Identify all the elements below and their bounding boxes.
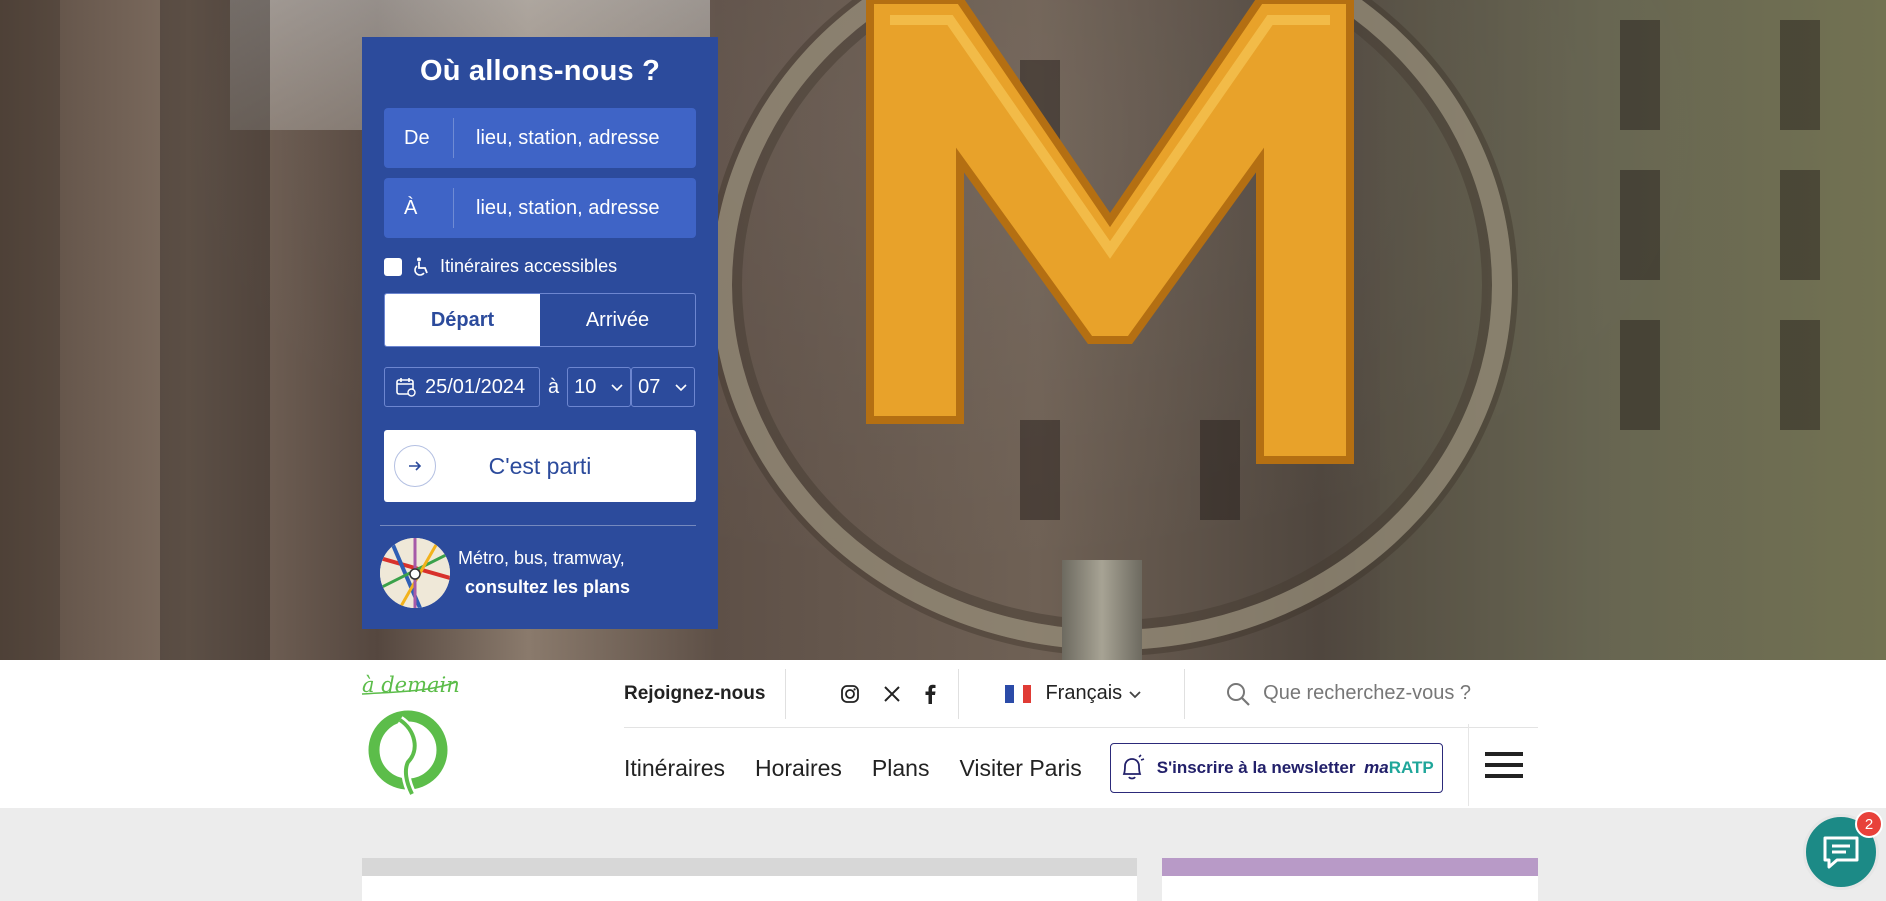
hero-window	[1620, 170, 1660, 280]
social-links	[786, 668, 960, 719]
nav-horaires[interactable]: Horaires	[755, 755, 842, 782]
from-field[interactable]: De	[384, 108, 696, 168]
minute-value: 07	[638, 375, 661, 398]
newsletter-text: S'inscrire à la newsletter	[1156, 758, 1356, 777]
itinerary-planner: Où allons-nous ? De À Itinéraires access…	[362, 37, 718, 629]
search-input[interactable]: Que recherchez-vous ?	[1263, 682, 1471, 705]
hour-select[interactable]: 10	[567, 367, 632, 407]
arrow-right-icon	[394, 445, 436, 487]
accessible-label: Itinéraires accessibles	[440, 256, 618, 276]
hero-window	[1620, 20, 1660, 130]
ratp-logo-icon: à demain	[361, 673, 460, 797]
accessible-option[interactable]: Itinéraires accessibles	[384, 256, 696, 277]
chat-badge: 2	[1855, 810, 1883, 838]
search-icon	[1227, 682, 1250, 706]
site-header: à demain Rejoignez-nous Français Que rec…	[0, 660, 1886, 808]
submit-button[interactable]: C'est parti	[384, 430, 696, 502]
language-selector[interactable]: Français	[959, 668, 1186, 719]
join-link[interactable]: Rejoignez-nous	[624, 668, 787, 719]
hero-building	[160, 0, 270, 660]
hero-image	[0, 0, 1886, 660]
metro-m-icon	[866, 0, 1354, 464]
to-field[interactable]: À	[384, 178, 696, 238]
nav-plans[interactable]: Plans	[872, 755, 930, 782]
hero-window	[1780, 320, 1820, 430]
newsletter-button[interactable]: S'inscrire à la newsletter maRATP	[1109, 743, 1443, 793]
x-icon[interactable]	[882, 684, 902, 704]
hero-building	[0, 0, 60, 660]
datetime-row: 25/01/2024 à 10 07	[384, 367, 696, 407]
from-input[interactable]	[454, 126, 684, 150]
date-picker[interactable]: 25/01/2024	[384, 367, 540, 407]
newsletter-brand-ratp: RATP	[1388, 758, 1434, 777]
plans-text-2: consultez les plans	[465, 577, 631, 597]
to-input[interactable]	[454, 196, 684, 220]
hero-window	[1780, 20, 1820, 130]
wheelchair-icon	[414, 257, 428, 276]
flag-fr-icon	[1005, 684, 1032, 703]
chevron-down-icon	[675, 384, 687, 392]
hero-window	[1620, 320, 1660, 430]
nav-itineraires[interactable]: Itinéraires	[624, 755, 725, 782]
hero-window	[1780, 170, 1820, 280]
bell-icon	[1122, 754, 1144, 780]
metro-sign-pole	[1062, 560, 1142, 660]
instagram-icon[interactable]	[840, 684, 860, 704]
content-card	[1162, 858, 1538, 901]
date-value: 25/01/2024	[425, 375, 526, 398]
time-mode-toggle: Départ Arrivée	[384, 293, 696, 347]
tab-arrivee[interactable]: Arrivée	[540, 294, 695, 346]
planner-divider	[380, 525, 696, 526]
submit-label: C'est parti	[488, 452, 592, 479]
chevron-down-icon	[1129, 690, 1141, 698]
search-bar[interactable]: Que recherchez-vous ?	[1185, 681, 1471, 707]
content-card	[362, 858, 1137, 901]
chevron-down-icon	[611, 384, 623, 392]
from-label: De	[384, 118, 454, 158]
at-label: à	[548, 375, 560, 398]
language-label: Français	[1045, 682, 1123, 704]
hour-value: 10	[574, 375, 597, 398]
calendar-icon	[396, 378, 416, 397]
accessible-checkbox[interactable]	[384, 257, 402, 276]
plans-text-1: Métro, bus, tramway,	[458, 548, 625, 568]
top-nav: Rejoignez-nous Français Que recherchez-v…	[624, 660, 1538, 728]
facebook-icon[interactable]	[924, 684, 936, 704]
ratp-logo[interactable]: à demain	[360, 670, 460, 805]
menu-button[interactable]	[1468, 724, 1538, 806]
minute-select[interactable]: 07	[631, 367, 696, 407]
to-label: À	[384, 188, 454, 228]
plans-link[interactable]: Métro, bus, tramway, consultez les plans	[380, 538, 696, 608]
map-thumbnail-icon	[380, 538, 450, 608]
chat-icon	[1823, 836, 1859, 869]
planner-title: Où allons-nous ?	[419, 55, 661, 87]
nav-visiter-paris[interactable]: Visiter Paris	[959, 755, 1081, 782]
tab-depart[interactable]: Départ	[385, 294, 540, 346]
main-nav: Itinéraires Horaires Plans Visiter Paris…	[624, 742, 1443, 794]
newsletter-brand-ma: ma	[1364, 758, 1389, 777]
hamburger-icon	[1484, 752, 1523, 778]
